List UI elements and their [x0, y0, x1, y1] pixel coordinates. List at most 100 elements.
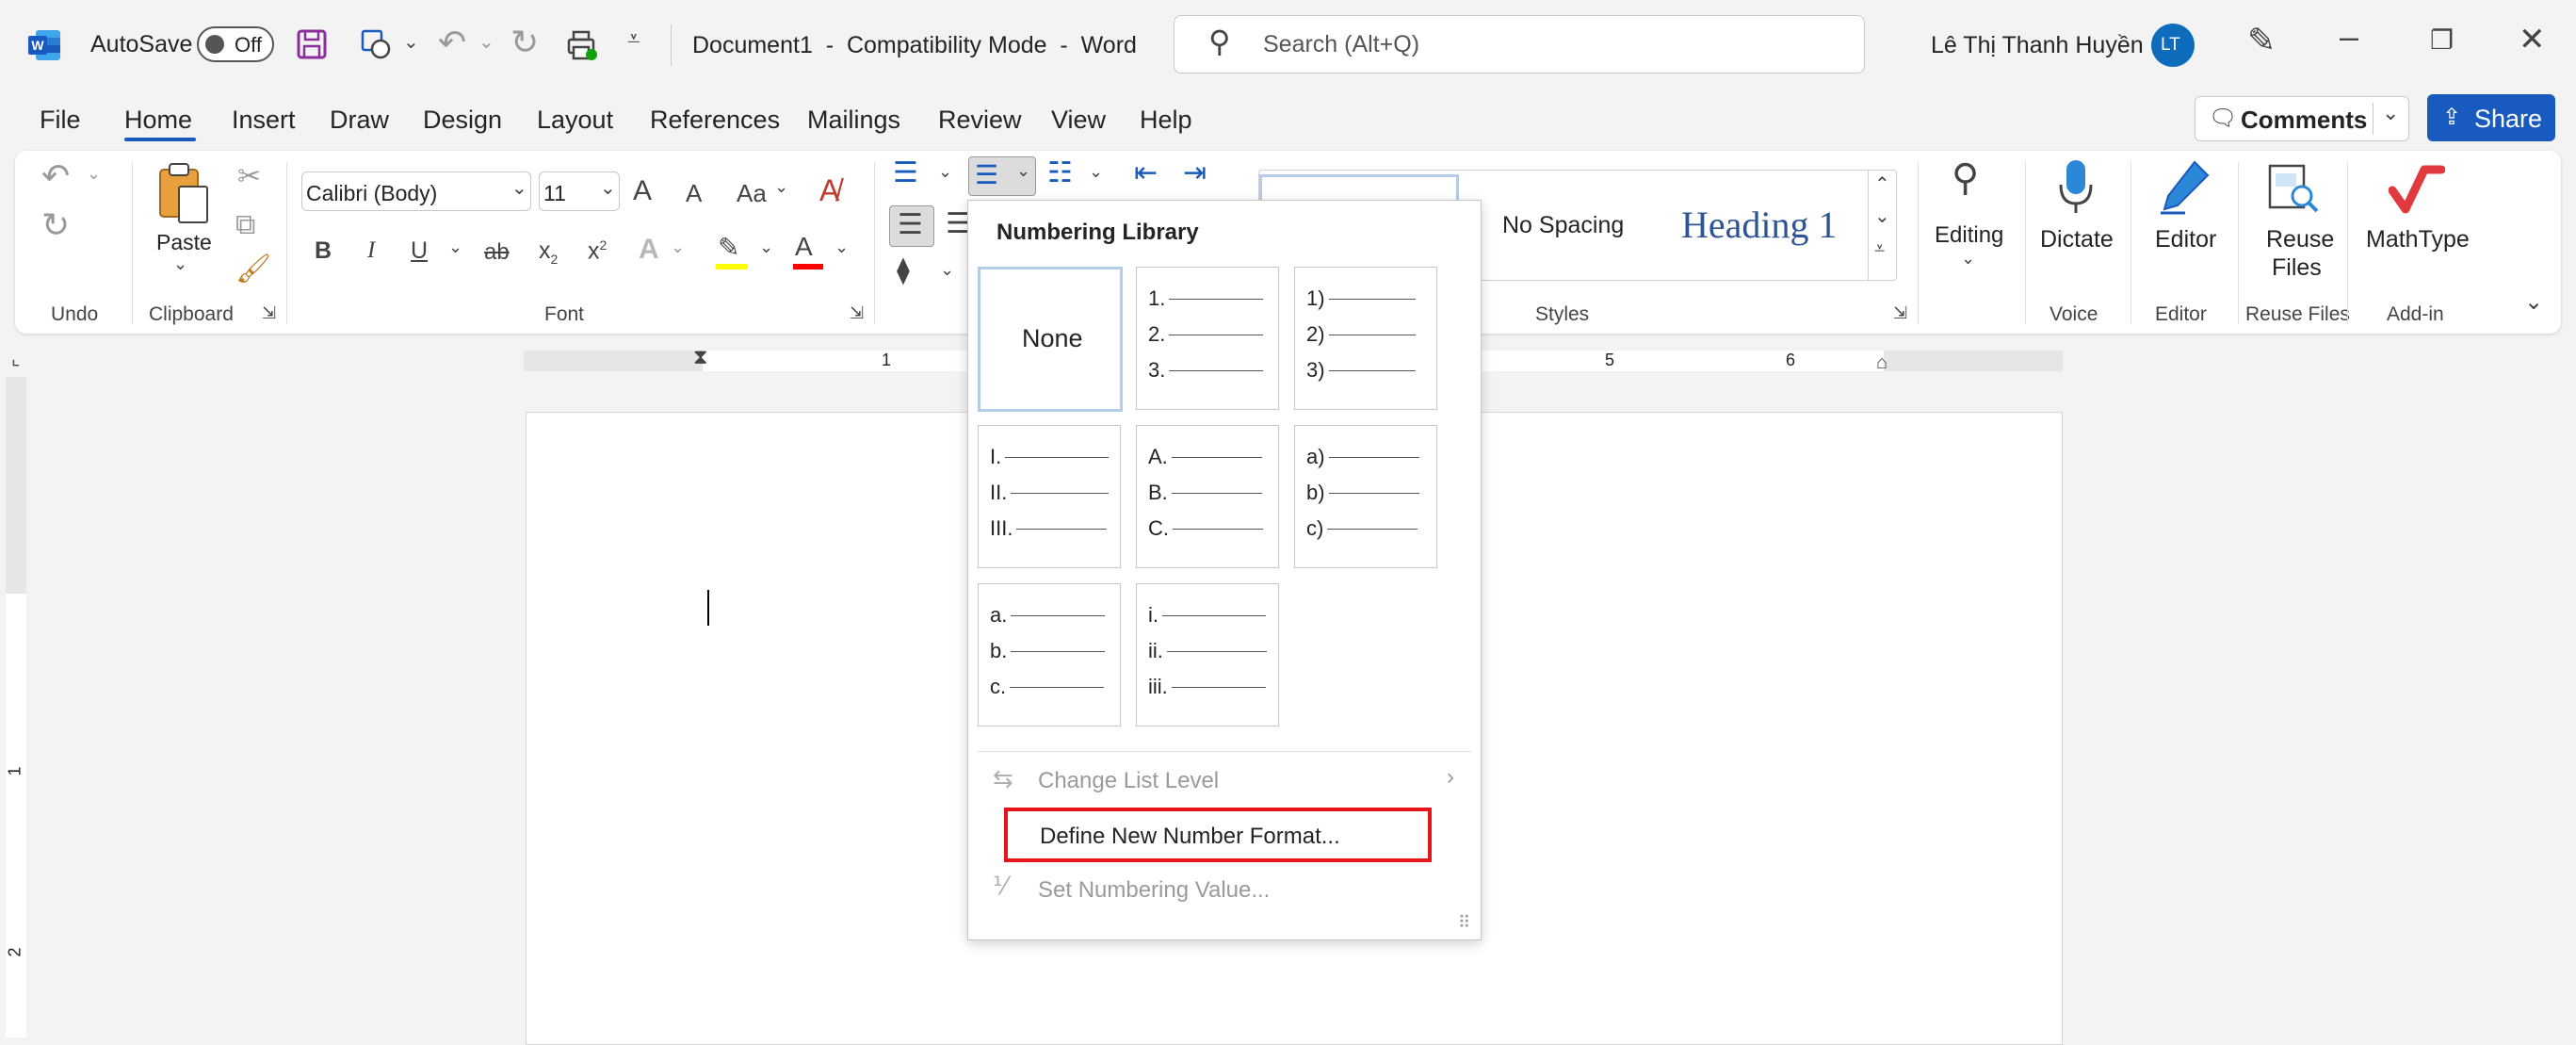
decrease-indent-icon[interactable]: ⇤ [1134, 156, 1158, 189]
shapes-chevron-icon[interactable]: ⌄ [403, 30, 419, 54]
undo-icon[interactable]: ↶ [438, 23, 466, 62]
mathtype-label[interactable]: MathType [2366, 226, 2470, 253]
tab-mailings[interactable]: Mailings [807, 106, 900, 135]
tab-help[interactable]: Help [1140, 106, 1192, 135]
multilevel-chevron-icon[interactable]: ⌄ [1089, 162, 1103, 182]
clipboard-launcher-icon[interactable]: ⇲ [262, 303, 276, 323]
cut-icon[interactable]: ✂ [237, 160, 261, 193]
save-icon[interactable] [296, 28, 328, 60]
shading-chevron-icon[interactable]: ⌄ [940, 260, 954, 280]
change-case-chevron-icon[interactable]: ⌄ [774, 177, 788, 197]
style-no-spacing[interactable]: No Spacing [1502, 212, 1624, 239]
copy-icon[interactable]: ⧉ [235, 209, 255, 241]
avatar[interactable]: LT [2151, 24, 2195, 67]
editing-label[interactable]: Editing [1935, 222, 2003, 249]
indent-marker-icon[interactable]: ⧗ [693, 345, 707, 369]
minimize-icon[interactable]: – [2340, 17, 2358, 57]
numbering-format-decimal-paren[interactable]: 1) 2) 3) [1294, 267, 1437, 410]
bold-button[interactable]: B [315, 237, 332, 265]
font-size-dropdown[interactable]: 11 ⌄ [539, 171, 620, 211]
bullets-chevron-icon[interactable]: ⌄ [938, 162, 952, 182]
shading-icon[interactable]: ⧫ [897, 254, 910, 286]
underline-button[interactable]: U [411, 237, 428, 265]
italic-button[interactable]: I [367, 237, 375, 264]
paste-chevron-icon[interactable]: ⌄ [173, 254, 187, 274]
share-button[interactable]: ⇪ Share [2427, 94, 2555, 141]
paste-icon[interactable] [156, 162, 211, 224]
editor-label[interactable]: Editor [2155, 226, 2216, 253]
increase-indent-icon[interactable]: ⇥ [1183, 156, 1207, 189]
tab-home[interactable]: Home [124, 106, 192, 135]
reuse-label-line2[interactable]: Files [2272, 254, 2322, 282]
text-effects-chevron-icon[interactable]: ⌄ [671, 237, 685, 257]
text-effects-button[interactable]: A [639, 234, 659, 266]
define-new-format-item[interactable]: Define New Number Format... [1004, 808, 1432, 862]
bullets-icon[interactable]: ☰ [893, 156, 918, 189]
search-box[interactable]: ⚲ Search (Alt+Q) [1174, 15, 1865, 73]
user-name[interactable]: Lê Thị Thanh Huyền [1931, 32, 2144, 59]
set-numbering-value-item[interactable]: Set Numbering Value... [1038, 877, 1270, 904]
numbering-format-lower-roman[interactable]: i. ii. iii. [1136, 583, 1279, 727]
print-icon[interactable] [565, 28, 599, 62]
dictate-label[interactable]: Dictate [2040, 226, 2114, 253]
strikethrough-button[interactable]: ab [484, 239, 510, 266]
numbering-format-upper-roman[interactable]: I. II. III. [978, 425, 1121, 568]
numbering-none[interactable]: None [978, 267, 1123, 412]
designer-pen-icon[interactable]: ✎ [2247, 21, 2276, 60]
format-painter-icon[interactable]: 🖌 [235, 253, 271, 286]
styles-up-icon[interactable]: ⌃ [1874, 172, 1890, 196]
right-indent-marker-icon[interactable]: ⌂ [1876, 352, 1887, 374]
styles-launcher-icon[interactable]: ⇲ [1893, 303, 1907, 323]
style-heading1[interactable]: Heading 1 [1681, 203, 1838, 247]
ribbon-collapse-chevron-icon[interactable]: ⌄ [2524, 288, 2543, 316]
numbering-format-decimal-period[interactable]: 1. 2. 3. [1136, 267, 1279, 410]
restore-icon[interactable]: ❐ [2430, 24, 2454, 56]
editing-chevron-icon[interactable]: ⌄ [1961, 249, 1975, 269]
change-case-icon[interactable]: Aa [737, 179, 767, 208]
tab-design[interactable]: Design [423, 106, 502, 135]
shrink-font-icon[interactable]: A [686, 179, 702, 208]
styles-more-icon[interactable]: ⩡ [1874, 238, 1885, 260]
highlighter-icon[interactable]: ✎ [718, 232, 739, 263]
numbering-format-upper-alpha[interactable]: A. B. C. [1136, 425, 1279, 568]
tab-review[interactable]: Review [938, 106, 1022, 135]
autosave-toggle[interactable]: Off [197, 26, 274, 62]
font-launcher-icon[interactable]: ⇲ [850, 303, 864, 323]
comments-button[interactable]: 🗨 Comments ⌄ [2195, 96, 2409, 141]
ribbon-redo-icon[interactable]: ↻ [41, 205, 70, 245]
underline-chevron-icon[interactable]: ⌄ [448, 237, 462, 257]
mathtype-icon[interactable] [2388, 162, 2446, 217]
numbering-button[interactable]: ☰ ⌄ [968, 156, 1036, 196]
clear-formatting-icon[interactable]: A̸ [819, 173, 839, 208]
ribbon-undo-icon[interactable]: ↶ [41, 156, 70, 196]
editing-search-icon[interactable]: ⚲ [1952, 156, 1979, 200]
align-left-button[interactable]: ☰ [889, 205, 934, 247]
paste-label[interactable]: Paste [156, 230, 212, 255]
shapes-icon[interactable] [360, 28, 394, 62]
reuse-files-icon[interactable] [2266, 162, 2323, 217]
numbering-format-lower-alpha-paren[interactable]: a) b) c) [1294, 425, 1437, 568]
tab-layout[interactable]: Layout [537, 106, 613, 135]
tab-file[interactable]: File [40, 106, 81, 135]
customize-qat-icon[interactable]: ⩡ [627, 26, 640, 53]
resize-grip-icon[interactable]: ⠿ [1458, 913, 1470, 933]
ribbon-undo-chevron-icon[interactable]: ⌄ [87, 164, 101, 184]
undo-chevron-icon[interactable]: ⌄ [478, 30, 494, 54]
subscript-button[interactable]: x2 [539, 237, 558, 267]
reuse-label-line1[interactable]: Reuse [2266, 226, 2334, 253]
grow-font-icon[interactable]: A [633, 175, 652, 207]
tab-insert[interactable]: Insert [232, 106, 296, 135]
styles-down-icon[interactable]: ⌄ [1874, 204, 1890, 228]
tab-references[interactable]: References [650, 106, 780, 135]
microphone-icon[interactable] [2057, 158, 2095, 217]
change-list-level-item[interactable]: Change List Level [1038, 768, 1219, 794]
font-color-button[interactable]: A [795, 232, 813, 262]
close-icon[interactable]: ✕ [2519, 21, 2546, 58]
superscript-button[interactable]: x2 [588, 237, 607, 265]
tab-selector-icon[interactable]: ⌞ [11, 347, 20, 370]
multilevel-list-icon[interactable]: ☷ [1047, 156, 1073, 189]
font-color-chevron-icon[interactable]: ⌄ [834, 237, 849, 257]
redo-icon[interactable]: ↻ [510, 23, 539, 62]
numbering-format-lower-alpha-period[interactable]: a. b. c. [978, 583, 1121, 727]
editor-pen-icon[interactable] [2157, 158, 2213, 217]
